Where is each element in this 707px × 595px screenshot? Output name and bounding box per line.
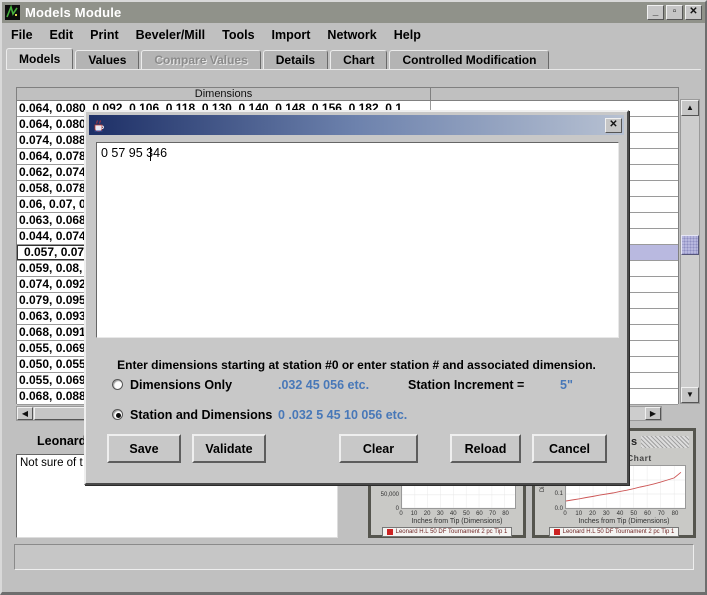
title-bar: Models Module _ ▫ ✕: [2, 2, 705, 23]
maximize-button[interactable]: ▫: [666, 5, 683, 20]
chart-legend: Leonard H.L 50 DF Tournament 2 pc Tip 1: [549, 527, 680, 537]
menu-beveler-mill[interactable]: Beveler/Mill: [136, 28, 205, 42]
model-name-label: Leonard: [37, 434, 86, 448]
dialog-title-bar: ✕: [89, 115, 624, 135]
menu-file[interactable]: File: [11, 28, 33, 42]
java-cup-icon: [91, 118, 106, 133]
station-and-dimensions-radio[interactable]: [112, 409, 123, 420]
tab-compare-values: Compare Values: [141, 50, 260, 70]
dimensions-only-example: .032 45 056 etc.: [278, 378, 369, 392]
dialog-instruction-text: Enter dimensions starting at station #0 …: [86, 358, 627, 372]
empty-column-header: [431, 88, 678, 100]
close-button[interactable]: ✕: [685, 5, 702, 20]
cancel-button[interactable]: Cancel: [532, 434, 607, 463]
app-icon: [5, 5, 20, 20]
dialog-close-icon[interactable]: ✕: [605, 118, 622, 133]
station-increment-value: 5": [560, 378, 573, 392]
tab-values[interactable]: Values: [75, 50, 139, 70]
menu-network[interactable]: Network: [327, 28, 376, 42]
menu-edit[interactable]: Edit: [50, 28, 74, 42]
scroll-up-icon[interactable]: ▲: [681, 100, 699, 116]
menu-bar: File Edit Print Beveler/Mill Tools Impor…: [2, 24, 705, 46]
menu-import[interactable]: Import: [272, 28, 311, 42]
menu-print[interactable]: Print: [90, 28, 118, 42]
station-and-dimensions-label[interactable]: Station and Dimensions: [130, 408, 272, 422]
menu-help[interactable]: Help: [394, 28, 421, 42]
hatch-texture: [641, 436, 689, 448]
clear-button[interactable]: Clear: [339, 434, 418, 463]
dimensions-only-label[interactable]: Dimensions Only: [130, 378, 232, 392]
text-caret: [150, 147, 151, 161]
validate-button[interactable]: Validate: [192, 434, 266, 463]
vertical-scrollbar[interactable]: ▲ ▼: [680, 99, 700, 404]
scroll-left-icon[interactable]: ◀: [17, 407, 33, 420]
tab-controlled-modification[interactable]: Controlled Modification: [389, 50, 549, 70]
chart-x-axis-label: Inches from Tip (Dimensions): [555, 518, 693, 525]
scroll-down-icon[interactable]: ▼: [681, 387, 699, 403]
chart-x-axis-label: Inches from Tip (Dimensions): [391, 518, 523, 525]
dimensions-entry-dialog: ✕ 0 57 95 346 Enter dimensions starting …: [84, 110, 629, 485]
legend-swatch-icon: [554, 529, 560, 535]
station-increment-label: Station Increment =: [408, 378, 524, 392]
tab-details[interactable]: Details: [263, 50, 328, 70]
minimize-button[interactable]: _: [647, 5, 664, 20]
chart-legend: Leonard H.L 50 DF Tournament 2 pc Tip 1: [382, 527, 513, 537]
dimensions-only-radio[interactable]: [112, 379, 123, 390]
reload-button[interactable]: Reload: [450, 434, 521, 463]
tab-bar: Models Values Compare Values Details Cha…: [6, 48, 705, 70]
dimensions-input-textarea[interactable]: 0 57 95 346: [96, 142, 619, 338]
scroll-right-icon[interactable]: ▶: [645, 407, 661, 420]
status-bar: [14, 544, 694, 570]
save-button[interactable]: Save: [107, 434, 181, 463]
window-title: Models Module: [25, 5, 122, 20]
menu-tools[interactable]: Tools: [222, 28, 254, 42]
tab-chart[interactable]: Chart: [330, 50, 387, 70]
tab-models[interactable]: Models: [6, 48, 73, 70]
station-and-dimensions-example: 0 .032 5 45 10 056 etc.: [278, 408, 407, 422]
app-window: Models Module _ ▫ ✕ File Edit Print Beve…: [0, 0, 707, 595]
chart-x-ticks: 01020304050607080: [565, 511, 686, 518]
table-header-row: Dimensions: [17, 88, 678, 101]
dimensions-column-header[interactable]: Dimensions: [17, 88, 431, 100]
legend-swatch-icon: [387, 529, 393, 535]
vertical-scrollbar-thumb[interactable]: [681, 235, 699, 255]
chart-x-ticks: 01020304050607080: [401, 511, 516, 518]
